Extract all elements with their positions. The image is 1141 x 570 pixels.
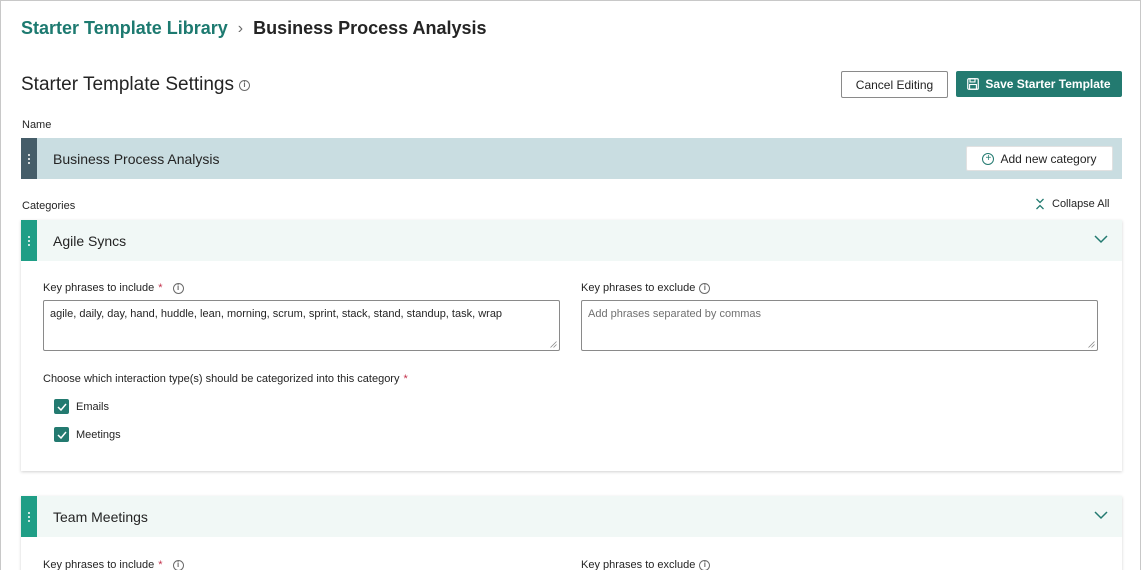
include-phrases-label: Key phrases to include * i [43, 282, 184, 294]
app-frame: Starter Template Library › Business Proc… [0, 0, 1141, 570]
breadcrumb: Starter Template Library › Business Proc… [21, 18, 487, 39]
include-phrases-label: Key phrases to include * i [43, 559, 184, 570]
resize-grip-icon[interactable] [1088, 341, 1095, 348]
exclude-phrases-label: Key phrases to exclude i [581, 282, 711, 294]
required-marker: * [403, 373, 408, 385]
add-circle-icon: + [982, 152, 995, 165]
categories-label: Categories [22, 200, 76, 212]
info-icon[interactable]: i [172, 559, 184, 570]
exclude-label-text: Key phrases to exclude [581, 282, 696, 294]
chevron-right-icon: › [237, 19, 244, 37]
category-header[interactable]: Agile Syncs [21, 220, 1122, 261]
chevron-down-icon[interactable] [1094, 510, 1108, 520]
name-label: Name [22, 119, 52, 131]
collapse-all-label: Collapse All [1052, 198, 1110, 210]
breadcrumb-library-link[interactable]: Starter Template Library [21, 18, 228, 39]
emails-checkbox-row[interactable]: Emails [54, 399, 109, 414]
required-marker: * [158, 559, 163, 570]
meetings-checkbox-label: Meetings [76, 428, 121, 441]
collapse-icon [1036, 198, 1044, 210]
exclude-phrases-placeholder: Add phrases separated by commas [588, 308, 762, 320]
info-icon[interactable]: i [699, 282, 711, 294]
include-phrases-value: agile, daily, day, hand, huddle, lean, m… [50, 308, 503, 320]
collapse-all-button[interactable]: Collapse All [1035, 198, 1109, 210]
breadcrumb-current: Business Process Analysis [253, 18, 487, 38]
exclude-phrases-label: Key phrases to exclude i [581, 559, 711, 570]
exclude-label-text: Key phrases to exclude [581, 559, 696, 570]
resize-grip-icon[interactable] [550, 341, 557, 348]
drag-handle-icon[interactable] [21, 496, 37, 537]
meetings-checkbox-row[interactable]: Meetings [54, 427, 121, 442]
drag-handle-icon[interactable] [21, 220, 37, 261]
save-button-label: Save Starter Template [985, 77, 1111, 91]
info-icon[interactable]: i [699, 559, 711, 570]
include-label-text: Key phrases to include [43, 282, 155, 294]
save-icon [967, 78, 980, 90]
meetings-checkbox[interactable] [54, 427, 69, 442]
checkmark-icon [56, 403, 67, 411]
name-bar: Business Process Analysis + Add new cate… [21, 138, 1122, 179]
interaction-type-label: Choose which interaction type(s) should … [43, 373, 408, 385]
include-label-text: Key phrases to include [43, 559, 155, 570]
drag-handle-icon[interactable] [21, 138, 37, 179]
category-card: Agile Syncs Key phrases to include * i a… [21, 220, 1122, 471]
category-title: Agile Syncs [53, 232, 127, 249]
page-title-text: Starter Template Settings [21, 74, 234, 95]
category-title: Team Meetings [53, 508, 148, 525]
include-phrases-input[interactable]: agile, daily, day, hand, huddle, lean, m… [43, 300, 560, 351]
category-header[interactable]: Team Meetings [21, 496, 1122, 537]
page-title: Starter Template Settings i [21, 74, 250, 96]
emails-checkbox-label: Emails [76, 400, 110, 413]
template-name[interactable]: Business Process Analysis [53, 151, 220, 167]
cancel-editing-button[interactable]: Cancel Editing [841, 71, 948, 98]
add-new-category-button[interactable]: + Add new category [966, 146, 1113, 171]
info-icon[interactable]: i [172, 282, 184, 294]
checkmark-icon [56, 431, 67, 439]
info-icon[interactable]: i [238, 79, 250, 91]
interaction-label-text: Choose which interaction type(s) should … [43, 373, 400, 385]
add-category-label: Add new category [1000, 151, 1097, 166]
category-card: Team Meetings Key phrases to include * i… [21, 496, 1122, 570]
emails-checkbox[interactable] [54, 399, 69, 414]
chevron-down-icon[interactable] [1094, 234, 1108, 244]
required-marker: * [158, 282, 163, 294]
save-starter-template-button[interactable]: Save Starter Template [956, 71, 1122, 97]
exclude-phrases-input[interactable]: Add phrases separated by commas [581, 300, 1098, 351]
